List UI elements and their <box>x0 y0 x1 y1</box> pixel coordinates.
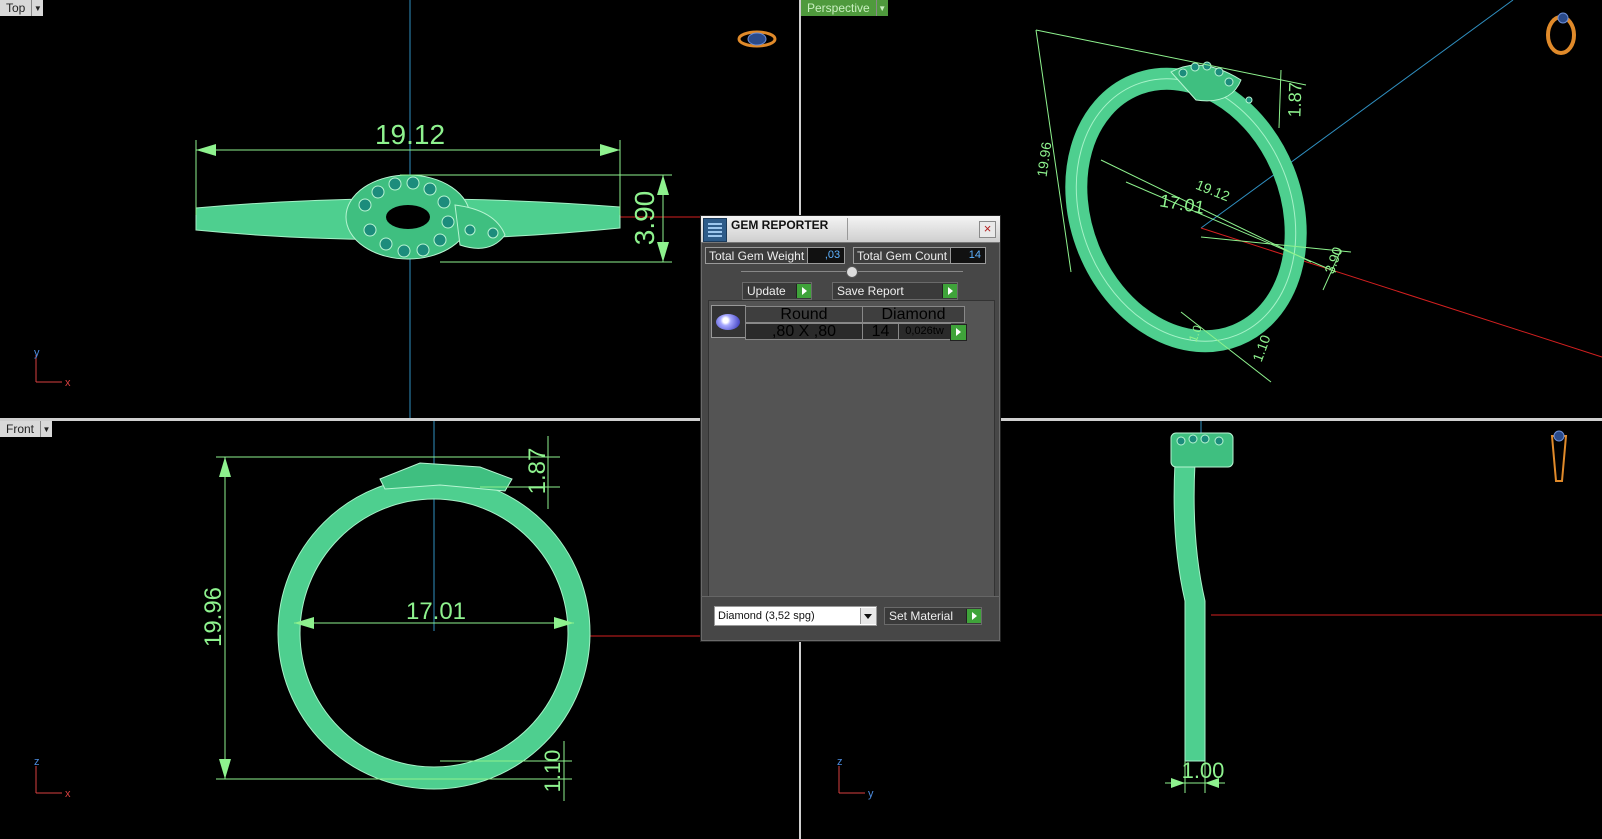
gem-material-header: Diamond <box>862 306 965 323</box>
dim-arrow <box>219 457 231 477</box>
axis-gizmo: z y <box>837 756 874 800</box>
viewport-front[interactable]: 19.96 17.01 1.87 1.10 z x Front ▼ <box>0 421 799 839</box>
set-material-label: Set Material <box>889 609 954 623</box>
collapse-handle[interactable] <box>846 266 858 278</box>
viewport-label-front[interactable]: Front ▼ <box>0 421 53 437</box>
total-gem-count-value: 14 <box>951 247 987 264</box>
dim-label-outer: 19.96 <box>1034 141 1055 178</box>
chevron-down-icon[interactable] <box>860 608 876 624</box>
axis-label-y: y <box>34 347 40 359</box>
dim-label-inner: 17.01 <box>406 598 466 625</box>
top-view-scene: 19.12 3.90 y x <box>34 0 799 418</box>
viewport-label-perspective[interactable]: Perspective ▼ <box>801 0 888 16</box>
dim-arrow <box>196 144 216 156</box>
dim-label-inner: 17.01 <box>1158 190 1206 218</box>
viewport-name[interactable]: Front <box>0 421 42 437</box>
dialog-title: GEM REPORTER <box>731 218 829 232</box>
gem-size-cell: ,80 X ,80 <box>745 323 863 340</box>
dim-label-width: 19.12 <box>375 119 445 150</box>
dim-label-width: 1.00 <box>1182 758 1225 783</box>
play-arrow-icon <box>966 609 981 623</box>
dim-arrow <box>219 759 231 779</box>
view-cube-icon[interactable] <box>737 30 777 48</box>
viewport-label-top[interactable]: Top ▼ <box>0 0 44 16</box>
gem-reporter-dialog: GEM REPORTER × Total Gem Weight ,03 Tota… <box>700 215 1001 642</box>
chevron-down-icon[interactable]: ▼ <box>41 421 53 437</box>
dim-label-shank: 1.10 <box>540 750 565 793</box>
save-report-button[interactable]: Save Report <box>832 282 958 300</box>
ring-view-icon[interactable] <box>1546 12 1576 55</box>
axis-label-x: x <box>65 377 71 389</box>
dim-label-height: 3.90 <box>629 191 660 246</box>
select-gems-button[interactable] <box>950 324 967 341</box>
round-gem-icon <box>711 305 746 338</box>
update-button[interactable]: Update <box>742 282 812 300</box>
axis-label-z: z <box>34 756 40 768</box>
set-material-button[interactable]: Set Material <box>884 607 982 625</box>
dim-label-outer: 19.96 <box>200 587 227 647</box>
front-view-scene: 19.96 17.01 1.87 1.10 z x <box>34 421 799 801</box>
dim-arrow <box>600 144 620 156</box>
gem-shape-header: Round <box>745 306 863 323</box>
footer-divider <box>701 596 1000 597</box>
total-gem-count-label: Total Gem Count <box>853 247 952 264</box>
gem-count-cell: 14 <box>862 323 899 340</box>
gem-list: Round Diamond ,80 X ,80 14 0,026tw <box>708 300 995 597</box>
dim-label-head: 1.87 <box>524 448 551 495</box>
ring-view-icon[interactable] <box>1550 430 1568 482</box>
dim-label-head: 1.87 <box>1284 82 1305 118</box>
titlebar-divider <box>847 218 848 240</box>
save-report-label: Save Report <box>837 284 904 298</box>
ring-head-center <box>386 205 430 229</box>
material-select-value: Diamond (3,52 spg) <box>718 610 815 622</box>
axis-label-x: x <box>65 788 71 800</box>
total-gem-weight-label: Total Gem Weight <box>705 247 809 264</box>
viewport-name[interactable]: Perspective <box>801 0 877 16</box>
axis-gizmo: y x <box>34 347 71 389</box>
total-gem-weight-field: Total Gem Weight ,03 <box>705 247 846 264</box>
dialog-titlebar[interactable]: GEM REPORTER × <box>701 216 1000 243</box>
chevron-down-icon[interactable]: ▼ <box>876 0 888 16</box>
play-arrow-icon <box>796 284 811 298</box>
axis-label-y: y <box>868 788 874 800</box>
axis-gizmo: z x <box>34 756 71 800</box>
update-button-label: Update <box>747 284 786 298</box>
gem-report-icon <box>703 218 727 242</box>
play-arrow-icon <box>942 284 957 298</box>
viewport-name[interactable]: Top <box>0 0 33 16</box>
chevron-down-icon[interactable]: ▼ <box>32 0 44 16</box>
material-select[interactable]: Diamond (3,52 spg) <box>714 606 877 626</box>
total-gem-count-field: Total Gem Count 14 <box>853 247 987 264</box>
total-gem-weight-value: ,03 <box>808 247 846 264</box>
axis-label-z: z <box>837 756 843 768</box>
ring-shank-side <box>1173 462 1206 762</box>
viewport-top[interactable]: 19.12 3.90 y x Top ▼ <box>0 0 799 418</box>
gem-weight-cell: 0,026tw <box>898 323 951 340</box>
close-button[interactable]: × <box>979 221 996 238</box>
